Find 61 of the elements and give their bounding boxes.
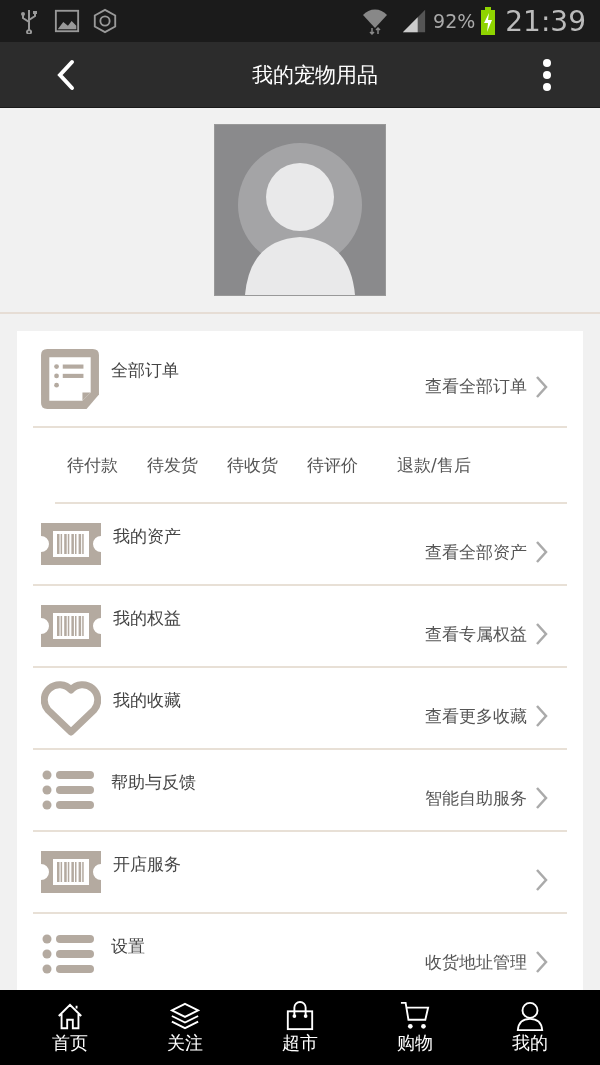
menu-row[interactable]: 全部订单 查看全部订单 [33,331,567,428]
cart-icon [400,1000,431,1031]
nav-tab[interactable]: 购物 [370,990,461,1065]
clock-time: 21:39 [505,4,586,38]
order-status-tab[interactable]: 退款/售后 [397,453,471,477]
ticket-icon [41,604,101,648]
ticket-icon [41,850,101,894]
row-link: 收货地址管理 [425,950,527,974]
row-label: 开店服务 [113,852,181,876]
nav-tab[interactable]: 我的 [485,990,576,1065]
image-icon [54,8,80,34]
nav-tab[interactable]: 超市 [254,990,345,1065]
ticket-icon [41,522,101,566]
row-label: 我的收藏 [113,688,181,712]
row-label: 帮助与反馈 [111,770,196,794]
order-status-tab[interactable]: 待付款 [67,453,118,477]
battery-percent: 92% [433,10,476,32]
row-label: 全部订单 [111,359,179,382]
menu-row[interactable]: 我的权益 查看专属权益 [33,586,567,668]
order-status-tab[interactable]: 待发货 [147,453,198,477]
layers-icon [169,1000,200,1031]
row-link: 智能自助服务 [425,786,527,810]
nav-label: 购物 [397,1030,434,1055]
order-status-tab[interactable]: 待评价 [307,453,358,477]
bag-icon [284,1000,315,1031]
list-icon [42,934,94,974]
battery-icon [481,7,496,35]
menu-row[interactable]: 我的资产 查看全部资产 [33,504,567,586]
document-icon [41,348,99,409]
signal-icon [401,8,428,34]
nav-label: 首页 [51,1030,88,1055]
chevron-icon [535,868,549,892]
nav-label: 我的 [512,1030,549,1055]
page-title: 我的宠物用品 [251,61,379,89]
nav-tab[interactable]: 关注 [139,990,230,1065]
nav-label: 关注 [166,1030,203,1055]
menu-row[interactable]: 我的收藏 查看更多收藏 [33,668,567,750]
nav-label: 超市 [281,1030,318,1055]
row-link: 查看全部订单 [425,375,527,398]
person-icon [515,1000,546,1031]
order-status-tab[interactable]: 待收货 [227,453,278,477]
chevron-icon [535,374,549,399]
list-icon [42,770,94,810]
chevron-icon [535,950,549,974]
nav-tab[interactable]: 首页 [24,990,115,1065]
chevron-icon [535,622,549,646]
row-link: 查看全部资产 [425,540,527,564]
more-icon[interactable] [542,57,552,92]
avatar[interactable] [214,124,386,296]
chevron-icon [535,786,549,810]
row-link: 查看专属权益 [425,622,527,646]
hexagon-icon [92,8,118,34]
menu-row[interactable]: 开店服务 [33,832,567,914]
row-label: 我的权益 [113,606,181,630]
row-label: 设置 [111,934,145,958]
chevron-icon [535,704,549,728]
row-label: 我的资产 [113,524,181,548]
row-link: 查看更多收藏 [425,704,527,728]
heart-icon [41,680,101,736]
menu-row[interactable]: 帮助与反馈 智能自助服务 [33,750,567,832]
chevron-icon [535,540,549,564]
